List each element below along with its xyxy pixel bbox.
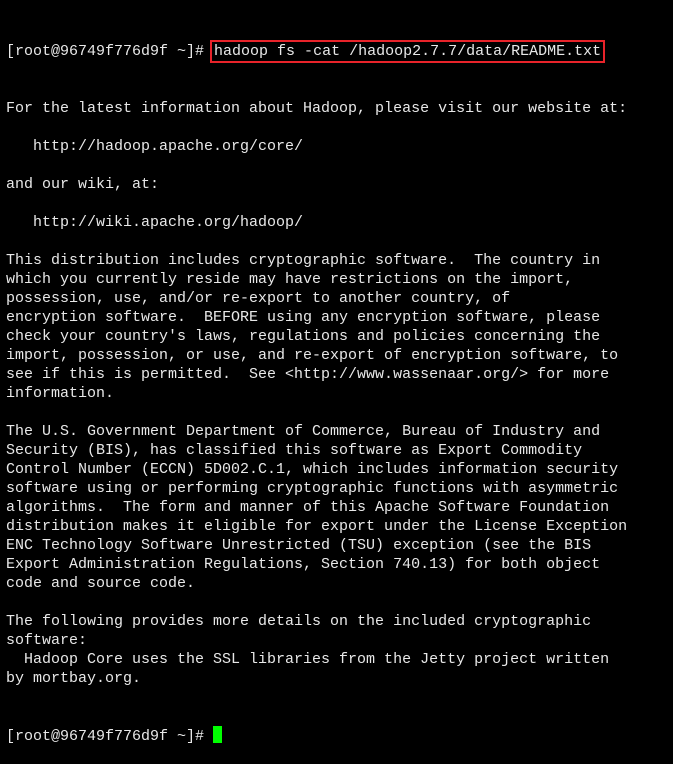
output-line: The U.S. Government Department of Commer… <box>6 423 601 440</box>
output-line: software using or performing cryptograph… <box>6 480 619 497</box>
prompt: [root@96749f776d9f ~]# <box>6 43 214 60</box>
command-line: [root@96749f776d9f ~]# hadoop fs -cat /h… <box>6 40 627 63</box>
terminal[interactable]: [root@96749f776d9f ~]# hadoop fs -cat /h… <box>6 4 627 764</box>
command-output: For the latest information about Hadoop,… <box>6 99 627 688</box>
output-line: Security (BIS), has classified this soft… <box>6 442 583 459</box>
highlighted-command: hadoop fs -cat /hadoop2.7.7/data/README.… <box>210 40 606 63</box>
output-line: Export Administration Regulations, Secti… <box>6 556 601 573</box>
output-line: The following provides more details on t… <box>6 613 592 630</box>
output-line: http://hadoop.apache.org/core/ <box>6 138 304 155</box>
output-line: software: <box>6 632 88 649</box>
output-line: check your country's laws, regulations a… <box>6 328 601 345</box>
output-line: This distribution includes cryptographic… <box>6 252 601 269</box>
final-prompt-line[interactable]: [root@96749f776d9f ~]# <box>6 726 627 745</box>
output-line: information. <box>6 385 115 402</box>
output-line: possession, use, and/or re-export to ano… <box>6 290 511 307</box>
output-line: algorithms. The form and manner of this … <box>6 499 610 516</box>
output-line: encryption software. BEFORE using any en… <box>6 309 601 326</box>
output-line: which you currently reside may have rest… <box>6 271 574 288</box>
output-line: and our wiki, at: <box>6 176 160 193</box>
output-line: import, possession, or use, and re-expor… <box>6 347 619 364</box>
output-line: distribution makes it eligible for expor… <box>6 518 628 535</box>
output-line: Hadoop Core uses the SSL libraries from … <box>6 651 610 668</box>
prompt: [root@96749f776d9f ~]# <box>6 728 214 745</box>
output-line: code and source code. <box>6 575 196 592</box>
output-line: ENC Technology Software Unrestricted (TS… <box>6 537 592 554</box>
output-line: see if this is permitted. See <http://ww… <box>6 366 610 383</box>
output-line: For the latest information about Hadoop,… <box>6 100 628 117</box>
output-line: by mortbay.org. <box>6 670 142 687</box>
output-line: http://wiki.apache.org/hadoop/ <box>6 214 304 231</box>
output-line: Control Number (ECCN) 5D002.C.1, which i… <box>6 461 619 478</box>
cursor <box>213 726 223 743</box>
